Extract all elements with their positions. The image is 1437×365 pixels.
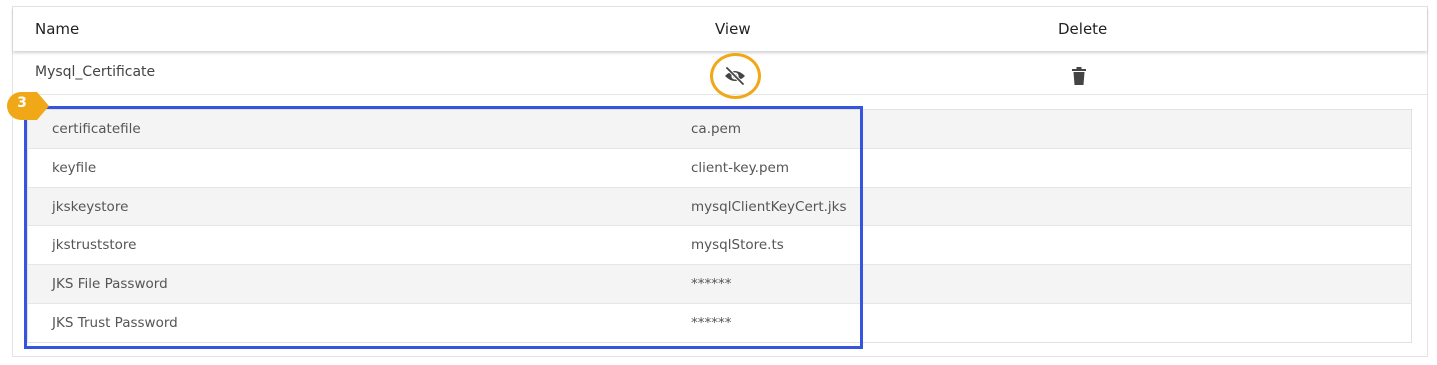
view-toggle-button[interactable]	[713, 56, 757, 96]
step-number: 3	[17, 95, 27, 111]
detail-key: JKS File Password	[52, 276, 168, 293]
trash-icon	[1072, 67, 1086, 85]
certificates-table: Name View Delete Mysql_Certificate certi…	[12, 6, 1428, 357]
column-header-name: Name	[35, 20, 80, 38]
detail-row: jkskeystore mysqlClientKeyCert.jks	[28, 187, 1411, 227]
detail-row: JKS Trust Password ******	[28, 304, 1411, 343]
detail-value: mysqlStore.ts	[691, 237, 784, 254]
detail-value: ******	[691, 314, 732, 331]
detail-value: ******	[691, 276, 732, 293]
delete-button[interactable]	[1072, 67, 1086, 85]
detail-key: jkskeystore	[52, 198, 129, 215]
table-header: Name View Delete	[13, 7, 1427, 51]
detail-key: JKS Trust Password	[52, 314, 178, 331]
certificate-name: Mysql_Certificate	[35, 64, 156, 80]
detail-row: keyfile client-key.pem	[28, 149, 1411, 188]
detail-value: ca.pem	[691, 121, 742, 137]
detail-value: mysqlClientKeyCert.jks	[691, 198, 847, 215]
step-badge: 3	[7, 92, 51, 120]
column-header-delete: Delete	[1058, 20, 1108, 38]
certificate-details: certificatefile ca.pem keyfile client-ke…	[27, 109, 1412, 343]
detail-row: jkstruststore mysqlStore.ts	[28, 226, 1411, 266]
detail-key: keyfile	[52, 159, 97, 176]
detail-key: jkstruststore	[52, 237, 137, 254]
eye-slash-icon	[725, 66, 745, 86]
table-row: Mysql_Certificate	[13, 51, 1427, 95]
detail-row: JKS File Password ******	[28, 265, 1411, 304]
column-header-view: View	[715, 20, 751, 38]
detail-row: certificatefile ca.pem	[28, 110, 1411, 149]
detail-value: client-key.pem	[691, 159, 789, 176]
detail-key: certificatefile	[52, 121, 141, 137]
